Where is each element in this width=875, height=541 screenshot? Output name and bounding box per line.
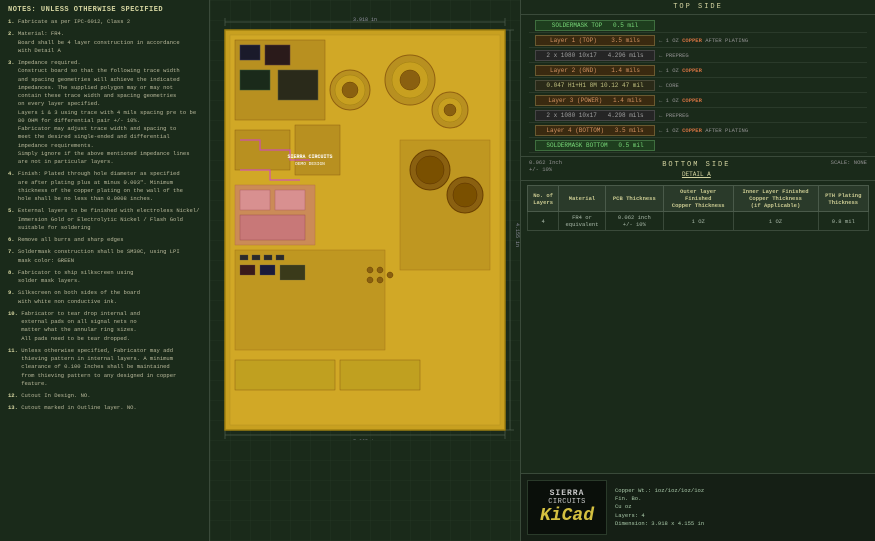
note-13: 13. Cutout marked in Outline layer. NO. [8, 404, 201, 412]
svg-text:4.155 in: 4.155 in [514, 223, 520, 247]
stackup-layer4: Layer 4 (BOTTOM) 3.5 mils ← 1 OZ COPPER … [529, 123, 867, 138]
note-6: 6. Remove all burrs and sharp edges [8, 236, 201, 244]
note-11: 11. Unless otherwise specified, Fabricat… [8, 347, 201, 388]
info-line2: Fin. Bo. [615, 495, 869, 503]
note-9: 9. Silkscreen on both sides of the board… [8, 289, 201, 306]
stackup-layer2: Layer 2 (GND) 1.4 mils ← 1 OZ COPPER [529, 63, 867, 78]
note-13-number: 13. [8, 404, 21, 411]
note-5-number: 5. [8, 207, 18, 214]
layer4-label: Layer 4 (BOTTOM) 3.5 mils [535, 125, 655, 136]
note-12: 12. Cutout In Design. NO. [8, 392, 201, 400]
prepreg2-label: 2 x 1080 10x17 4.298 mils [535, 110, 655, 121]
note-5: 5. External layers to be finished with e… [8, 207, 201, 232]
note-6-number: 6. [8, 236, 18, 243]
main-container: NOTES: UNLESS OTHERWISE SPECIFIED 1. Fab… [0, 0, 875, 541]
stackup-soldermask-bottom: SOLDERMASK BOTTOM 0.5 mil [529, 138, 867, 153]
layer4-note: ← 1 OZ COPPER AFTER PLATING [659, 127, 748, 134]
info-text-area: Copper Wt.: 1oz/1oz/1oz/1oz Fin. Bo. Cu … [615, 487, 869, 528]
note-8-number: 8. [8, 269, 18, 276]
stackup-prepreg2: 2 x 1080 10x17 4.298 mils ← PREPREG [529, 108, 867, 123]
svg-text:DEMO DESIGN: DEMO DESIGN [295, 161, 325, 167]
info-line4: Layers: 4 [615, 512, 869, 520]
soldermask-bottom-label: SOLDERMASK BOTTOM 0.5 mil [535, 140, 655, 151]
sierra-logo: SIERRA CIRCUITS KiCad [527, 480, 607, 535]
pcb-svg: 3.918 in 4.155 in [210, 10, 520, 440]
stackup-core: 0.047 H1+H1 8M 10.12 47 mil ← CORE [529, 78, 867, 93]
soldermask-top-label: SOLDERMASK TOP 0.5 mil [535, 20, 655, 31]
cell-pth: 0.8 mil [818, 212, 868, 231]
detail-a-label: DETAIL A [660, 171, 732, 178]
layer3-note: ← 1 OZ COPPER [659, 97, 719, 104]
prepreg1-label: 2 x 1080 10x17 4.296 mils [535, 50, 655, 61]
col-inner-copper: Inner Layer FinishedCopper Thickness(if … [733, 186, 818, 212]
cell-thickness: 0.062 inch+/- 10% [605, 212, 663, 231]
core-note: ← CORE [659, 82, 719, 89]
col-outer-copper: Outer layerFinishedCopper Thickness [663, 186, 733, 212]
right-panel: TOP SIDE SOLDERMASK TOP 0.5 mil Layer 1 … [520, 0, 875, 541]
svg-text:3.918 in: 3.918 in [353, 17, 377, 23]
info-line3: Cu oz [615, 503, 869, 511]
col-material: Material [559, 186, 606, 212]
cell-layers: 4 [528, 212, 559, 231]
svg-text:SIERRA CIRCUITS: SIERRA CIRCUITS [287, 154, 332, 160]
stackup-layer1: Layer 1 (TOP) 3.5 mils ← 1 OZ COPPER AFT… [529, 33, 867, 48]
circuits-text: CIRCUITS [548, 498, 586, 506]
layer2-note: ← 1 OZ COPPER [659, 67, 719, 74]
note-1: 1. Fabricate as per IPC-6012, Class 2 [8, 18, 201, 26]
prepreg1-note: ← PREPREG [659, 52, 719, 59]
bottom-side-label: BOTTOM SIDE [660, 159, 732, 171]
note-10: 10. Fabricator to tear drop internal and… [8, 310, 201, 343]
layer2-label: Layer 2 (GND) 1.4 mils [535, 65, 655, 76]
kicad-logo-text: KiCad [540, 506, 594, 526]
cell-outer-copper: 1 OZ [663, 212, 733, 231]
materials-section: No. ofLayers Material PCB Thickness Oute… [521, 181, 875, 473]
stackup-prepreg1: 2 x 1080 10x17 4.296 mils ← PREPREG [529, 48, 867, 63]
core-label: 0.047 H1+H1 8M 10.12 47 mil [535, 80, 655, 91]
detail-center: BOTTOM SIDE DETAIL A [660, 159, 732, 178]
info-line1: Copper Wt.: 1oz/1oz/1oz/1oz [615, 487, 869, 495]
col-layers: No. ofLayers [528, 186, 559, 212]
note-2-number: 2. [8, 30, 18, 37]
note-8: 8. Fabricator to ship silkscreen using s… [8, 269, 201, 286]
note-10-number: 10. [8, 310, 21, 317]
sierra-text: SIERRA [550, 489, 585, 498]
stackup-section: SOLDERMASK TOP 0.5 mil Layer 1 (TOP) 3.5… [521, 15, 875, 157]
notes-panel: NOTES: UNLESS OTHERWISE SPECIFIED 1. Fab… [0, 0, 210, 541]
layer1-label: Layer 1 (TOP) 3.5 mils [535, 35, 655, 46]
note-7-number: 7. [8, 248, 18, 255]
prepreg2-note: ← PREPREG [659, 112, 719, 119]
note-2: 2. Material: FR4. Board shall be 4 layer… [8, 30, 201, 55]
note-1-number: 1. [8, 18, 18, 25]
bottom-section: 0.062 Inch+/- 10% BOTTOM SIDE DETAIL A S… [521, 157, 875, 181]
note-4-number: 4. [8, 170, 18, 177]
info-line5: Dimension: 3.918 x 4.155 in [615, 520, 869, 528]
svg-text:7.965 in: 7.965 in [353, 439, 377, 440]
note-3-number: 3. [8, 59, 18, 66]
note-4: 4. Finish: Plated through hole diameter … [8, 170, 201, 203]
note-9-number: 9. [8, 289, 18, 296]
col-thickness: PCB Thickness [605, 186, 663, 212]
logo-section: SIERRA CIRCUITS KiCad Copper Wt.: 1oz/1o… [521, 473, 875, 541]
detail-info: 0.062 Inch+/- 10% [529, 159, 562, 178]
layer1-note: ← 1 OZ COPPER AFTER PLATING [659, 37, 748, 44]
note-11-number: 11. [8, 347, 21, 354]
materials-table: No. ofLayers Material PCB Thickness Oute… [527, 185, 869, 231]
materials-row-1: 4 FR4 orequivalent 0.062 inch+/- 10% 1 O… [528, 212, 869, 231]
note-12-number: 12. [8, 392, 21, 399]
notes-title: NOTES: UNLESS OTHERWISE SPECIFIED [8, 6, 201, 14]
note-7: 7. Soldermask construction shall be SM30… [8, 248, 201, 265]
cell-inner-copper: 1 OZ [733, 212, 818, 231]
layer3-label: Layer 3 (POWER) 1.4 mils [535, 95, 655, 106]
note-3: 3. Impedance required. Construct board s… [8, 59, 201, 166]
cell-material: FR4 orequivalent [559, 212, 606, 231]
pcb-area: 3.918 in 4.155 in [210, 0, 520, 541]
stackup-layer3: Layer 3 (POWER) 1.4 mils ← 1 OZ COPPER [529, 93, 867, 108]
col-pth: PTH PlatingThickness [818, 186, 868, 212]
scale-label: SCALE: NONE [831, 159, 867, 178]
stackup-soldermask-top: SOLDERMASK TOP 0.5 mil [529, 18, 867, 33]
notes-content: 1. Fabricate as per IPC-6012, Class 2 2.… [8, 18, 201, 413]
top-side-header: TOP SIDE [521, 0, 875, 15]
